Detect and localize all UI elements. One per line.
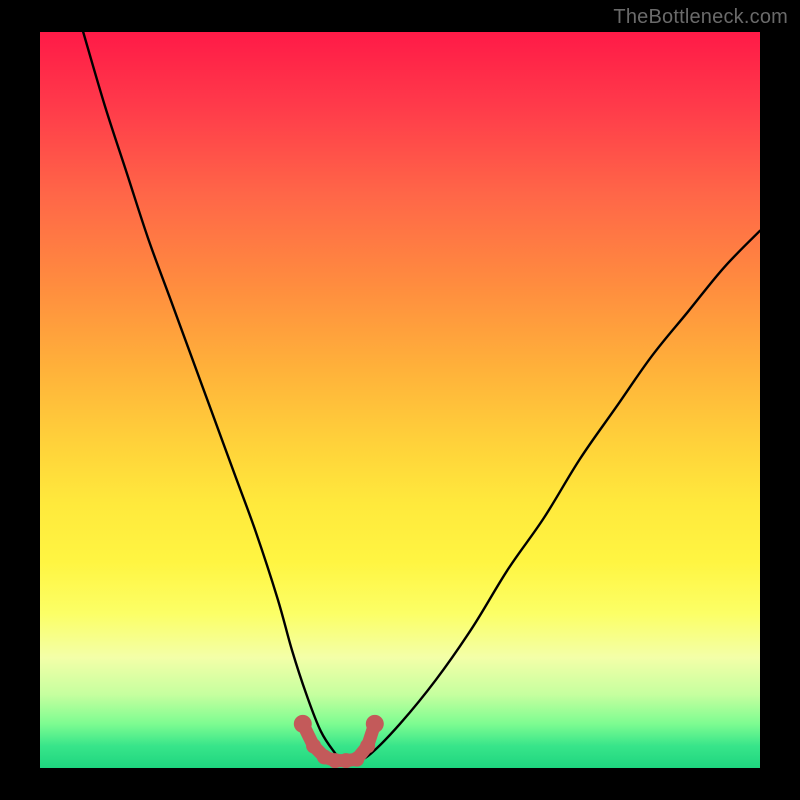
trough-marker <box>339 753 354 768</box>
trough-marker <box>360 738 375 753</box>
trough-marker <box>306 738 321 753</box>
trough-marker <box>366 715 384 733</box>
trough-marker <box>317 749 332 764</box>
chart-frame: TheBottleneck.com <box>0 0 800 800</box>
trough-marker-group <box>294 715 384 768</box>
watermark-text: TheBottleneck.com <box>613 6 788 29</box>
bottleneck-curve <box>83 32 760 762</box>
bottleneck-curve-svg <box>40 32 760 768</box>
trough-connector <box>303 724 375 761</box>
trough-marker <box>349 752 364 767</box>
plot-area <box>40 32 760 768</box>
trough-marker <box>294 715 312 733</box>
trough-marker <box>328 753 343 768</box>
